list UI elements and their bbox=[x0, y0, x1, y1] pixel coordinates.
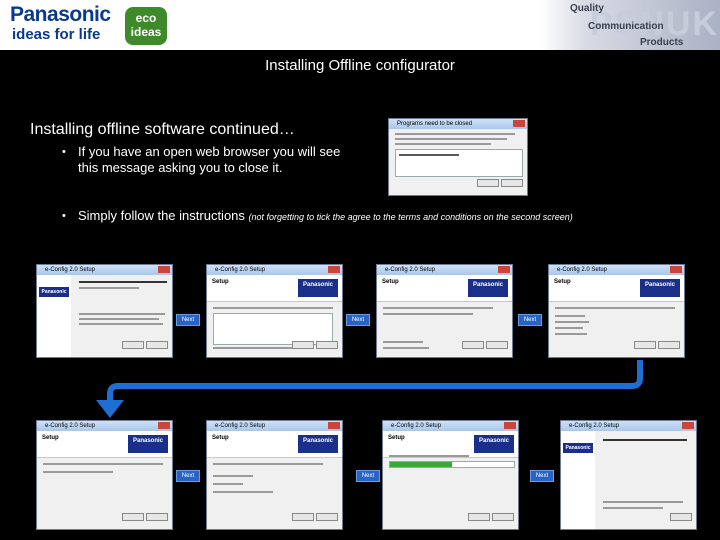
wizard-step-5: e-Config 2.0 Setup Setup Panasonic bbox=[36, 420, 173, 530]
close-icon bbox=[682, 422, 694, 429]
close-icon bbox=[328, 422, 340, 429]
wizard-step-7: e-Config 2.0 Setup Setup Panasonic bbox=[382, 420, 519, 530]
close-icon bbox=[504, 422, 516, 429]
close-icon bbox=[158, 422, 170, 429]
next-indicator: Next bbox=[530, 470, 554, 482]
next-indicator: Next bbox=[176, 470, 200, 482]
wizard-step-8: e-Config 2.0 Setup Panasonic bbox=[560, 420, 697, 530]
next-indicator: Next bbox=[356, 470, 380, 482]
wizard-step-6: e-Config 2.0 Setup Setup Panasonic bbox=[206, 420, 343, 530]
